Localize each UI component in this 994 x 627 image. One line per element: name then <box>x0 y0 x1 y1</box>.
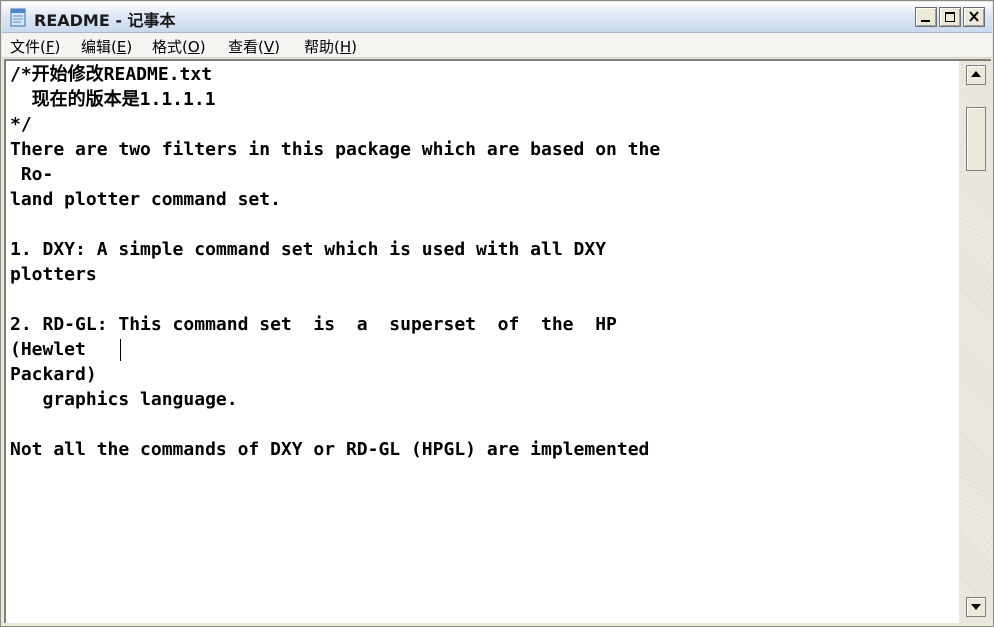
scroll-down-arrow-icon <box>971 604 981 610</box>
menu-bar: 文件(F) 编辑(E) 格式(O) 查看(V) 帮助(H) <box>2 33 992 58</box>
text-line: There are two filters in this package wh… <box>10 139 661 160</box>
menu-format-label: 格式 <box>152 38 183 56</box>
text-caret <box>120 339 121 361</box>
notepad-icon[interactable] <box>9 7 27 27</box>
menu-help-accel: H <box>339 38 352 56</box>
notepad-window: README - 记事本 文件(F) 编辑(E) 格式(O) 查看(V) 帮助(… <box>0 0 994 627</box>
text-line: 1. DXY: A simple command set which is us… <box>10 239 607 260</box>
close-icon <box>969 11 979 22</box>
text-line: 现在的版本是1.1.1.1 <box>10 89 216 110</box>
text-line: Not all the commands of DXY or RD-GL (HP… <box>10 439 650 460</box>
menu-format-accel: O <box>187 38 200 56</box>
scroll-thumb[interactable] <box>966 107 986 171</box>
text-line: graphics language. <box>10 389 238 410</box>
text-line: Ro- <box>10 164 54 185</box>
vertical-scrollbar[interactable] <box>959 59 991 623</box>
scroll-up-arrow-icon <box>971 71 981 77</box>
text-line: /*开始修改README.txt <box>10 64 213 85</box>
minimize-button[interactable] <box>915 7 937 27</box>
menu-help[interactable]: 帮助(H) <box>304 36 357 57</box>
menu-edit[interactable]: 编辑(E) <box>81 36 132 57</box>
title-bar[interactable]: README - 记事本 <box>2 2 992 33</box>
text-line: land plotter command set. <box>10 189 281 210</box>
menu-edit-label: 编辑 <box>81 38 112 56</box>
maximize-button[interactable] <box>939 7 961 27</box>
text-editor[interactable]: /*开始修改README.txt 现在的版本是1.1.1.1 */ There … <box>4 59 959 623</box>
maximize-icon <box>945 12 955 22</box>
scroll-down-button[interactable] <box>966 597 986 617</box>
menu-view-accel: V <box>263 38 275 56</box>
text-line: */ <box>10 114 32 135</box>
menu-help-label: 帮助 <box>304 38 335 56</box>
text-line: plotters <box>10 264 97 285</box>
close-button[interactable] <box>963 7 985 27</box>
menu-format[interactable]: 格式(O) <box>152 36 206 57</box>
menu-file-accel: F <box>45 38 55 56</box>
menu-file-label: 文件 <box>10 38 41 56</box>
menu-view[interactable]: 查看(V) <box>228 36 280 57</box>
text-line: 2. RD-GL: This command set is a superset… <box>10 314 617 335</box>
menu-edit-accel: E <box>116 38 127 56</box>
text-line: Packard) <box>10 364 97 385</box>
menu-view-label: 查看 <box>228 38 259 56</box>
scroll-up-button[interactable] <box>966 65 986 85</box>
window-title: README - 记事本 <box>34 11 176 30</box>
text-line: (Hewlet <box>10 339 86 360</box>
minimize-icon <box>921 20 930 22</box>
menu-file[interactable]: 文件(F) <box>10 36 60 57</box>
